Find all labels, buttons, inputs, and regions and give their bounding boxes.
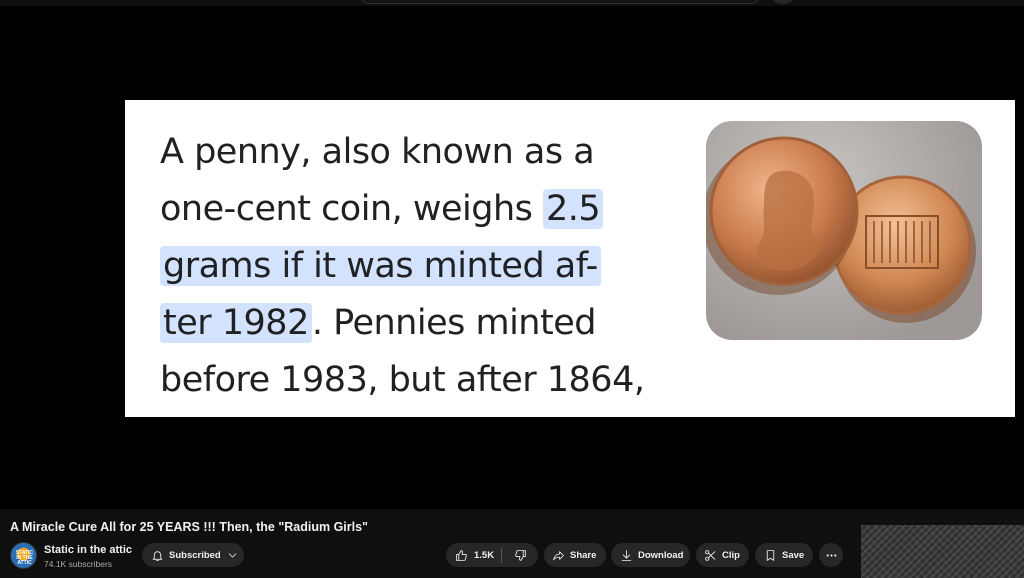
channel-name[interactable]: Static in the attic <box>44 544 132 556</box>
slide-line-3: grams if it was minted af- <box>160 238 700 295</box>
bookmark-icon <box>766 549 775 561</box>
more-horizontal-icon <box>826 553 836 557</box>
video-title: A Miracle Cure All for 25 YEARS !!! Then… <box>10 520 368 534</box>
subscribed-label: Subscribed <box>169 549 221 561</box>
like-button[interactable]: 1.5K <box>446 543 501 567</box>
voice-search-button[interactable] <box>772 0 794 4</box>
scissors-icon <box>705 549 716 561</box>
clip-label: Clip <box>722 549 740 561</box>
like-count: 1.5K <box>474 549 495 561</box>
download-icon <box>621 549 632 561</box>
dislike-button[interactable] <box>502 543 538 567</box>
save-label: Save <box>782 549 805 561</box>
penny-coins-image <box>706 121 982 340</box>
channel-avatar[interactable]: STATIC IN THE ATTIC <box>10 542 37 569</box>
slide-text: A penny, also known as a one-cent coin, … <box>160 124 700 409</box>
download-button[interactable]: Download <box>611 543 690 567</box>
share-label: Share <box>570 549 597 561</box>
video-metadata: A Miracle Cure All for 25 YEARS !!! Then… <box>0 509 1024 578</box>
thumbs-up-icon <box>456 549 467 561</box>
share-arrow-icon <box>553 550 564 560</box>
slide-line-2-highlight: 2.5 <box>543 189 604 229</box>
slide-line-4-highlight: ter 1982 <box>160 303 312 343</box>
more-actions-button[interactable] <box>819 543 843 567</box>
chevron-down-icon <box>228 552 236 558</box>
slide-line-4-plain: . Pennies minted <box>311 303 597 343</box>
video-frame-slide: A penny, also known as a one-cent coin, … <box>125 100 1015 417</box>
subscribed-button[interactable]: Subscribed <box>142 543 244 567</box>
download-label: Download <box>638 549 684 561</box>
clip-button[interactable]: Clip <box>696 543 749 567</box>
share-button[interactable]: Share <box>544 543 606 567</box>
slide-line-2: one-cent coin, weighs 2.5 <box>160 181 700 238</box>
slide-line-1: A penny, also known as a <box>160 132 595 172</box>
thumbs-down-icon <box>514 549 526 561</box>
slide-line-5: before 1983, but after 1864, <box>160 360 645 400</box>
like-dislike-group: 1.5K <box>446 543 538 567</box>
related-video-thumbnail[interactable] <box>861 525 1024 578</box>
search-box-edge[interactable] <box>360 0 760 4</box>
slide-line-2-plain: one-cent coin, weighs <box>160 189 544 229</box>
bell-icon <box>152 550 163 561</box>
avatar-text: STATIC IN THE ATTIC <box>15 550 34 566</box>
subscriber-count: 74.1K subscribers <box>44 559 113 569</box>
slide-line-3-highlight: grams if it was minted af- <box>160 246 601 286</box>
video-player[interactable]: A penny, also known as a one-cent coin, … <box>0 6 1024 509</box>
save-button[interactable]: Save <box>755 543 813 567</box>
slide-line-4: ter 1982. Pennies minted <box>160 295 700 352</box>
coins-illustration <box>706 136 976 323</box>
